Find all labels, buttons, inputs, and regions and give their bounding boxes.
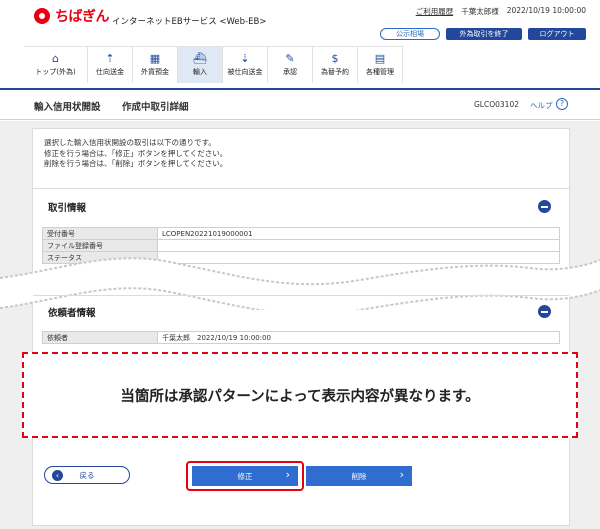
row-value: LCOPEN20221019000001 xyxy=(157,227,560,240)
import-icon: ⛴ xyxy=(193,52,207,65)
intro-line: 選択した輸入信用状開設の取引は以下の通りです。 xyxy=(44,138,216,147)
page-title: 輸入信用状開設 xyxy=(34,102,101,113)
user-name: 千葉太郎様 xyxy=(461,7,499,16)
service-name: インターネットEBサービス <Web-EB> xyxy=(112,17,267,27)
rates-button[interactable]: 公示相場 xyxy=(380,28,440,40)
deposit-icon: ▦ xyxy=(149,52,161,65)
section-title-trade: 取引情報 xyxy=(48,203,87,214)
section-title-requester: 依頼者情報 xyxy=(48,308,96,319)
usage-history-link[interactable]: ご利用履歴 xyxy=(416,6,454,17)
table-row: 受付番号 LCOPEN20221019000001 xyxy=(42,227,560,240)
nav-item-label: 外貨預金 xyxy=(141,68,169,76)
nav-item-approve[interactable]: ✎ 承認 xyxy=(268,47,313,83)
fx-contract-icon: $ xyxy=(331,52,339,65)
bank-logo[interactable]: ちばぎん xyxy=(32,6,110,26)
nav-item-fx-contract[interactable]: $ 為替予約 xyxy=(313,47,358,83)
table-row: 依頼者 千葉太郎 2022/10/19 10:00:00 xyxy=(42,331,560,344)
omission-tear xyxy=(0,257,600,310)
header: ちばぎん インターネットEBサービス <Web-EB> ご利用履歴 千葉太郎様 … xyxy=(0,0,600,88)
collapse-requester-icon[interactable] xyxy=(538,305,551,318)
management-icon: ▤ xyxy=(374,52,386,65)
edit-button-label: 修正 xyxy=(237,471,253,481)
intro-text: 選択した輸入信用状開設の取引は以下の通りです。 修正を行う場合は、「修正」ボタン… xyxy=(44,138,227,170)
row-value: 千葉太郎 2022/10/19 10:00:00 xyxy=(157,331,560,344)
page-header: 輸入信用状開設 作成中取引詳細 GLCO03102 ヘルプ ? xyxy=(0,88,600,120)
section-divider xyxy=(33,295,569,296)
exit-fx-button[interactable]: 外為取引を終了 xyxy=(446,28,522,40)
approve-icon: ✎ xyxy=(285,52,295,65)
delete-button-label: 削除 xyxy=(351,471,367,481)
row-label: 依頼者 xyxy=(42,331,158,344)
nav-item-label: トップ(外為) xyxy=(35,68,76,76)
nav-item-label: 被仕向送金 xyxy=(227,68,263,76)
chevron-right-icon: › xyxy=(399,468,404,481)
collapse-trade-icon[interactable] xyxy=(538,200,551,213)
screen-id: GLCO03102 xyxy=(474,100,519,109)
chevron-left-icon: ‹ xyxy=(52,470,63,481)
delete-button[interactable]: 削除 › xyxy=(306,466,412,486)
logo-text: ちばぎん xyxy=(55,9,110,25)
home-icon: ⌂ xyxy=(52,52,59,65)
requester-info-table: 依頼者 千葉太郎 2022/10/19 10:00:00 xyxy=(42,331,560,344)
approval-pattern-notice: 当箇所は承認パターンによって表示内容が異なります。 xyxy=(22,352,578,438)
top-links: ご利用履歴 千葉太郎様 2022/10/19 10:00:00 xyxy=(416,6,586,17)
nav-item-label: 各種管理 xyxy=(366,68,394,76)
intro-line: 削除を行う場合は、「削除」ボタンを押してください。 xyxy=(44,159,228,168)
back-button[interactable]: ‹ 戻る xyxy=(44,466,130,484)
edit-button[interactable]: 修正 › xyxy=(192,466,298,486)
nav-item-label: 仕向送金 xyxy=(96,68,124,76)
login-datetime: 2022/10/19 10:00:00 xyxy=(506,6,586,15)
help-icon[interactable]: ? xyxy=(556,98,568,110)
nav-item-import[interactable]: ⛴ 輸入 xyxy=(178,47,223,83)
nav-item-top[interactable]: ⌂ トップ(外為) xyxy=(24,47,88,83)
chevron-right-icon: › xyxy=(285,468,290,481)
logout-button[interactable]: ログアウト xyxy=(528,28,586,40)
nav-item-label: 承認 xyxy=(283,68,297,76)
logo-mark-icon xyxy=(32,6,52,26)
nav-item-label: 為替予約 xyxy=(321,68,349,76)
nav-item-label: 輸入 xyxy=(193,68,207,76)
intro-line: 修正を行う場合は、「修正」ボタンを押してください。 xyxy=(44,148,228,158)
row-label: 受付番号 xyxy=(42,227,158,240)
remittance-in-icon: ⇣ xyxy=(240,52,250,65)
global-nav: ⌂ トップ(外為) ⇡ 仕向送金 ▦ 外貨預金 ⛴ 輸入 ⇣ 被仕向送金 ✎ 承… xyxy=(24,46,403,83)
nav-item-remittance-in[interactable]: ⇣ 被仕向送金 xyxy=(223,47,268,83)
header-button-row: 公示相場 外為取引を終了 ログアウト xyxy=(380,28,586,40)
nav-item-management[interactable]: ▤ 各種管理 xyxy=(358,47,403,83)
help-link[interactable]: ヘルプ xyxy=(530,100,553,111)
page-subtitle: 作成中取引詳細 xyxy=(122,102,189,113)
nav-item-remittance-out[interactable]: ⇡ 仕向送金 xyxy=(88,47,133,83)
nav-item-deposit[interactable]: ▦ 外貨預金 xyxy=(133,47,178,83)
back-button-label: 戻る xyxy=(79,470,95,480)
section-divider xyxy=(33,188,569,189)
remittance-out-icon: ⇡ xyxy=(105,52,115,65)
